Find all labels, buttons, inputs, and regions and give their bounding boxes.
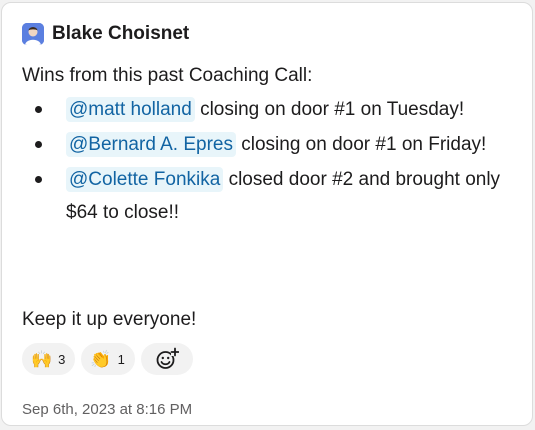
list-item-text: closing on door #1 on Tuesday! (194, 99, 465, 120)
list-item: @Bernard A. Epres closing on door #1 on … (22, 128, 517, 161)
bullet (35, 141, 42, 148)
reaction-clapping-hands[interactable]: 👏 1 (81, 343, 135, 375)
user-mention[interactable]: @Bernard A. Epres (66, 132, 236, 157)
add-emoji-icon (156, 347, 179, 369)
message-closing: Keep it up everyone! (22, 309, 197, 330)
bullet (35, 106, 42, 113)
raised-hands-icon: 🙌 (31, 349, 53, 369)
message-intro: Wins from this past Coaching Call: (22, 65, 313, 86)
list-item: @Colette Fonkika closed door #2 and brou… (22, 163, 517, 229)
reactions-bar: 🙌 3 👏 1 (22, 343, 193, 375)
wins-list: @matt holland closing on door #1 on Tues… (22, 93, 517, 229)
user-mention[interactable]: @matt holland (66, 97, 195, 122)
message-card: Blake Choisnet Wins from this past Coach… (1, 2, 533, 426)
add-reaction-button[interactable] (140, 343, 193, 375)
reaction-count: 3 (58, 351, 66, 367)
reaction-raised-hands[interactable]: 🙌 3 (22, 343, 76, 375)
list-item-text: closing on door #1 on Friday! (235, 134, 487, 155)
reaction-count: 1 (117, 351, 125, 367)
user-mention[interactable]: @Colette Fonkika (66, 167, 224, 192)
list-item: @matt holland closing on door #1 on Tues… (22, 93, 517, 126)
avatar[interactable] (22, 23, 44, 45)
bullet (35, 176, 42, 183)
message-timestamp[interactable]: Sep 6th, 2023 at 8:16 PM (22, 401, 192, 418)
avatar-image (22, 23, 44, 45)
message-header: Blake Choisnet (22, 23, 189, 45)
author-name[interactable]: Blake Choisnet (52, 23, 189, 45)
clapping-hands-icon: 👏 (90, 349, 112, 369)
message-body: Wins from this past Coaching Call: @matt… (22, 61, 517, 231)
